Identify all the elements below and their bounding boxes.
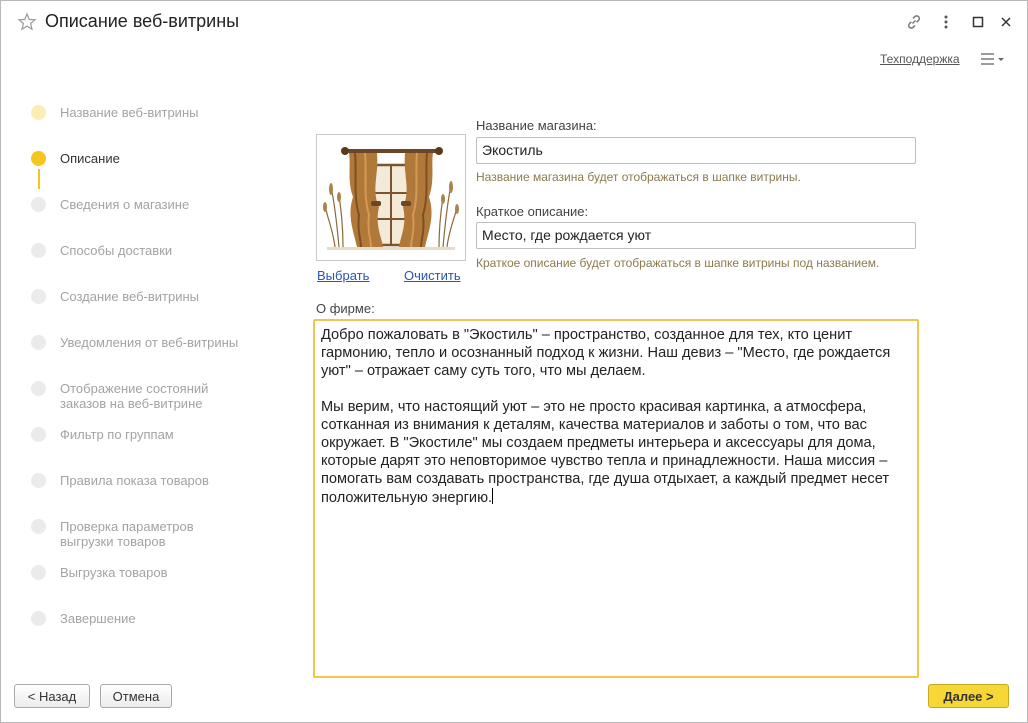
- step-dot: [31, 381, 46, 396]
- about-textarea[interactable]: Добро пожаловать в "Экостиль" – простран…: [313, 319, 919, 678]
- step-export[interactable]: Выгрузка товаров: [31, 565, 168, 580]
- step-label: Отображение состояний заказов на веб-вит…: [60, 381, 209, 411]
- link-icon[interactable]: [903, 11, 925, 33]
- store-logo-image[interactable]: [316, 134, 466, 261]
- step-dot: [31, 289, 46, 304]
- maximize-icon[interactable]: [967, 11, 989, 33]
- step-dot: [31, 335, 46, 350]
- step-label: Правила показа товаров: [60, 473, 209, 488]
- hamburger-icon: [979, 52, 1007, 69]
- curtain-window-icon: [323, 147, 459, 250]
- about-text: Добро пожаловать в "Экостиль" – простран…: [321, 327, 891, 506]
- store-name-input[interactable]: Экостиль: [476, 137, 916, 164]
- step-dot: [31, 151, 46, 166]
- menu-button[interactable]: [979, 51, 1009, 69]
- short-desc-label: Краткое описание:: [476, 204, 589, 219]
- more-options-icon[interactable]: [935, 11, 957, 33]
- step-group-filter[interactable]: Фильтр по группам: [31, 427, 174, 442]
- back-button[interactable]: < Назад: [14, 684, 90, 708]
- step-store-name[interactable]: Название веб-витрины: [31, 105, 198, 120]
- close-icon[interactable]: [995, 11, 1017, 33]
- step-label: Проверка параметров выгрузки товаров: [60, 519, 194, 549]
- step-dot: [31, 473, 46, 488]
- title-bar: Описание веб-витрины: [1, 1, 1027, 45]
- step-label: Фильтр по группам: [60, 427, 174, 442]
- step-dot: [31, 565, 46, 580]
- text-caret: [492, 488, 494, 504]
- store-name-hint: Название магазина будет отображаться в ш…: [476, 170, 801, 184]
- wizard-window: Описание веб-витрины Техподдержка Назван…: [0, 0, 1028, 723]
- step-create-storefront[interactable]: Создание веб-витрины: [31, 289, 199, 304]
- step-dot: [31, 611, 46, 626]
- step-label: Способы доставки: [60, 243, 173, 258]
- step-description[interactable]: Описание: [31, 151, 120, 166]
- short-desc-input[interactable]: Место, где рождается уют: [476, 222, 916, 249]
- step-delivery[interactable]: Способы доставки: [31, 243, 172, 258]
- step-label: Уведомления от веб-витрины: [60, 335, 239, 350]
- step-dot: [31, 105, 46, 120]
- step-finish[interactable]: Завершение: [31, 611, 136, 626]
- support-link[interactable]: Техподдержка: [880, 52, 960, 66]
- step-connector: [38, 169, 40, 189]
- step-label: Выгрузка товаров: [60, 565, 168, 580]
- step-dot: [31, 519, 46, 534]
- step-label: Завершение: [60, 611, 136, 626]
- page-title: Описание веб-витрины: [45, 11, 240, 31]
- step-display-rules[interactable]: Правила показа товаров: [31, 473, 209, 488]
- step-label: Создание веб-витрины: [60, 289, 200, 304]
- choose-image-link[interactable]: Выбрать: [317, 268, 369, 283]
- step-order-states[interactable]: Отображение состояний заказов на веб-вит…: [31, 381, 230, 411]
- about-label: О фирме:: [316, 301, 375, 316]
- step-notifications[interactable]: Уведомления от веб-витрины: [31, 335, 238, 350]
- cancel-button[interactable]: Отмена: [100, 684, 172, 708]
- step-dot: [31, 197, 46, 212]
- step-store-info[interactable]: Сведения о магазине: [31, 197, 189, 212]
- next-button[interactable]: Далее >: [928, 684, 1009, 708]
- store-name-label: Название магазина:: [476, 118, 597, 133]
- step-label: Описание: [60, 151, 120, 166]
- step-dot: [31, 427, 46, 442]
- star-icon[interactable]: [17, 12, 37, 32]
- step-dot: [31, 243, 46, 258]
- short-desc-hint: Краткое описание будет отображаться в ша…: [476, 256, 880, 270]
- step-label: Сведения о магазине: [60, 197, 190, 212]
- step-label: Название веб-витрины: [60, 105, 199, 120]
- clear-image-link[interactable]: Очистить: [404, 268, 461, 283]
- step-export-check[interactable]: Проверка параметров выгрузки товаров: [31, 519, 220, 549]
